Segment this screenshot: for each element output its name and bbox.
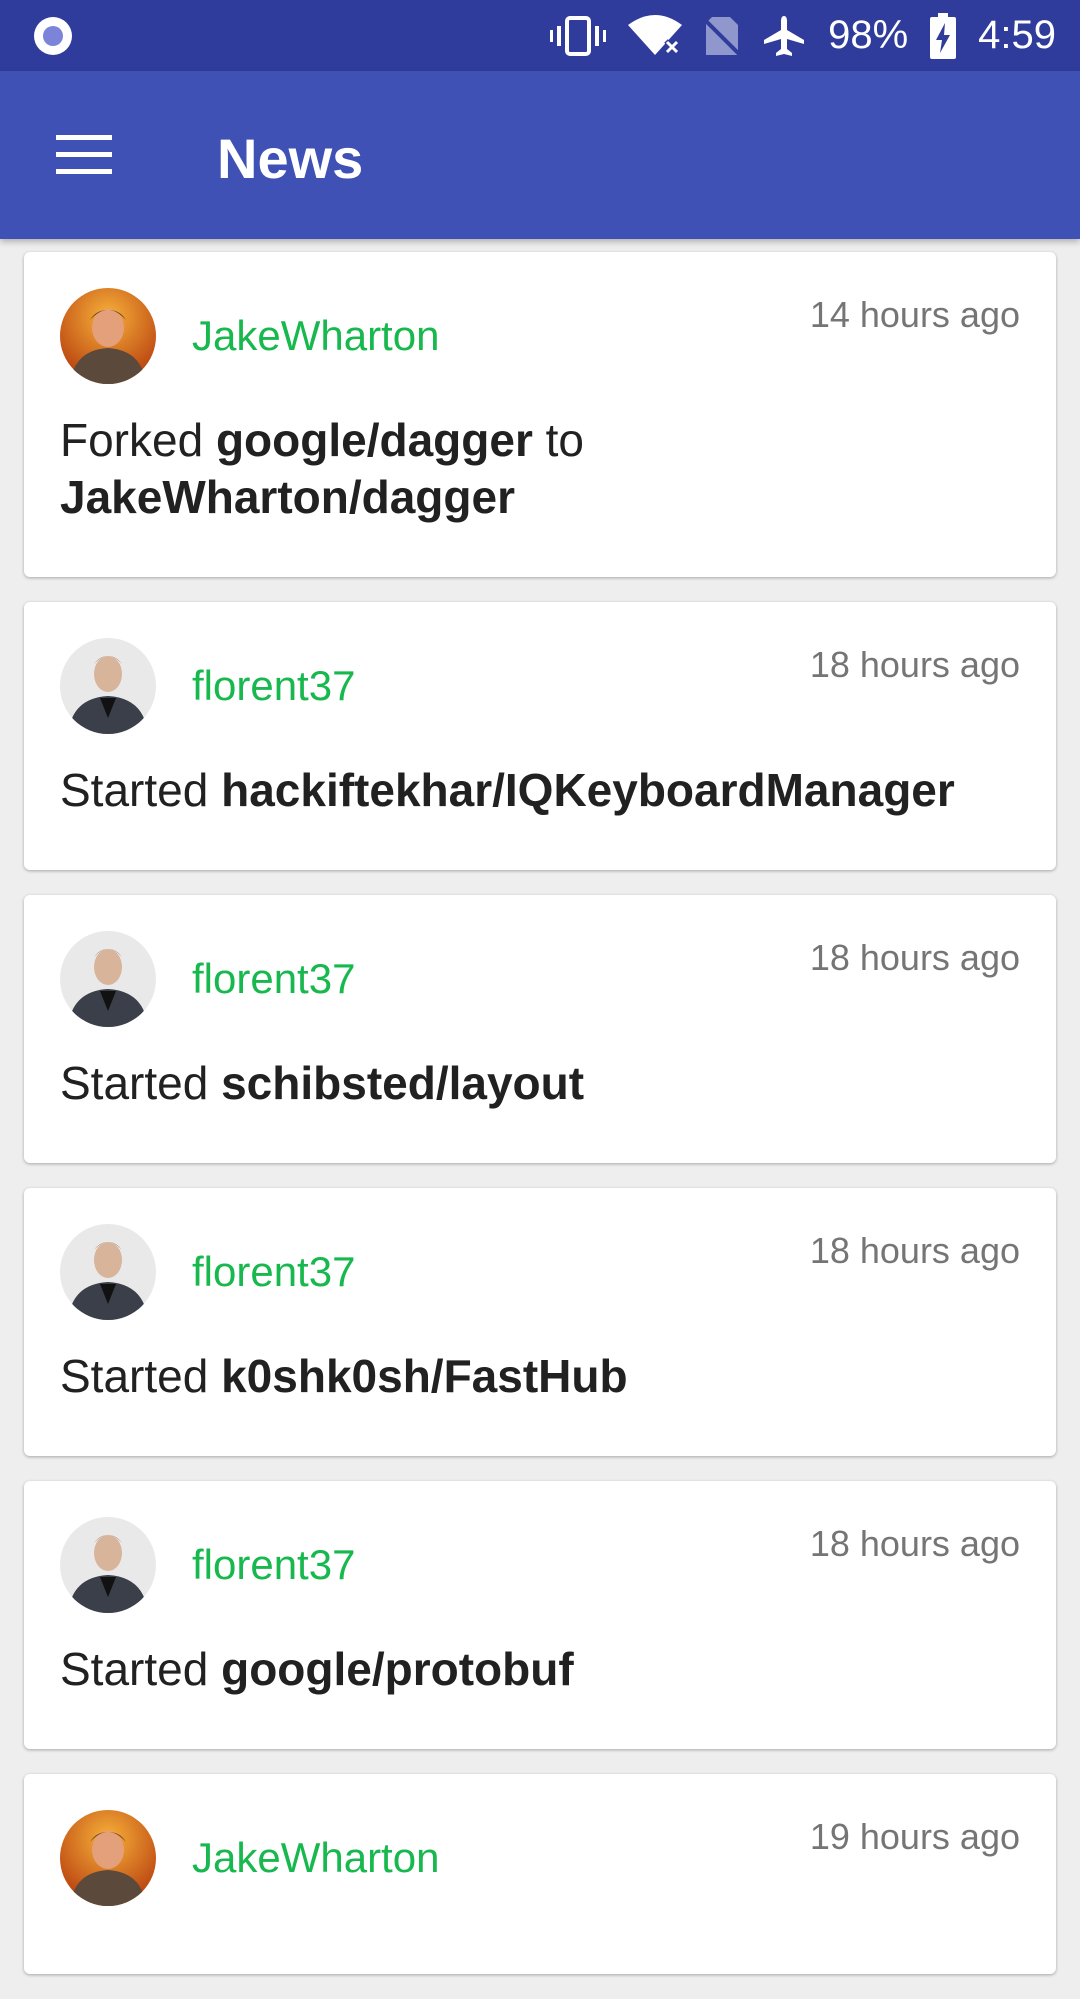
repo-link[interactable]: hackiftekhar/IQKeyboardManager: [221, 764, 955, 816]
notification-dot-icon: [34, 17, 72, 55]
repo-link[interactable]: google/dagger: [216, 414, 533, 466]
event-connector: to: [545, 414, 585, 466]
username[interactable]: florent37: [192, 1541, 355, 1589]
news-card[interactable]: florent37 18 hours ago Started hackiftek…: [24, 602, 1056, 870]
news-card[interactable]: florent37 18 hours ago Started k0shk0sh/…: [24, 1188, 1056, 1456]
timestamp: 19 hours ago: [809, 1816, 1020, 1857]
timestamp: 14 hours ago: [809, 294, 1020, 335]
timestamp: 18 hours ago: [809, 1523, 1020, 1564]
event-verb: Started: [60, 1057, 209, 1109]
avatar[interactable]: [60, 1224, 156, 1320]
timestamp: 18 hours ago: [809, 937, 1020, 978]
avatar[interactable]: [60, 638, 156, 734]
vibrate-icon: [550, 15, 607, 56]
wifi-off-icon: [628, 14, 683, 55]
no-sim-icon: [704, 16, 741, 56]
event-description: Forked google/dagger to JakeWharton/dagg…: [60, 412, 1000, 526]
username[interactable]: JakeWharton: [192, 1834, 439, 1882]
avatar[interactable]: [60, 931, 156, 1027]
page-title: News: [217, 127, 364, 190]
status-icons: 98% 4:59: [550, 0, 1056, 71]
event-description: Started k0shk0sh/FastHub: [60, 1348, 1000, 1405]
menu-icon[interactable]: [56, 135, 112, 175]
username[interactable]: JakeWharton: [192, 312, 439, 360]
timestamp: 18 hours ago: [809, 1230, 1020, 1271]
event-description: Started hackiftekhar/IQKeyboardManager: [60, 762, 1000, 819]
news-card[interactable]: florent37 18 hours ago Started google/pr…: [24, 1481, 1056, 1749]
event-description: Started google/protobuf: [60, 1641, 1000, 1698]
username[interactable]: florent37: [192, 1248, 355, 1296]
news-feed[interactable]: JakeWharton 14 hours ago Forked google/d…: [24, 252, 1056, 1999]
airplane-mode-icon: [764, 15, 805, 56]
target-repo-link[interactable]: JakeWharton/dagger: [60, 471, 515, 523]
avatar[interactable]: [60, 1810, 156, 1906]
repo-link[interactable]: schibsted/layout: [221, 1057, 584, 1109]
battery-percent: 98%: [828, 13, 909, 57]
status-bar: 98% 4:59: [0, 0, 1080, 71]
event-verb: Started: [60, 764, 209, 816]
event-verb: Started: [60, 1643, 209, 1695]
username[interactable]: florent37: [192, 662, 355, 710]
timestamp: 18 hours ago: [809, 644, 1020, 685]
avatar[interactable]: [60, 1517, 156, 1613]
repo-link[interactable]: k0shk0sh/FastHub: [221, 1350, 627, 1402]
event-description: Started schibsted/layout: [60, 1055, 1000, 1112]
clock: 4:59: [978, 13, 1056, 57]
username[interactable]: florent37: [192, 955, 355, 1003]
news-card[interactable]: florent37 18 hours ago Started schibsted…: [24, 895, 1056, 1163]
repo-link[interactable]: google/protobuf: [221, 1643, 574, 1695]
app-bar: News: [0, 71, 1080, 239]
event-verb: Forked: [60, 414, 204, 466]
avatar[interactable]: [60, 288, 156, 384]
battery-charging-icon: [930, 12, 957, 59]
event-verb: Started: [60, 1350, 209, 1402]
news-card[interactable]: JakeWharton 14 hours ago Forked google/d…: [24, 252, 1056, 577]
news-card[interactable]: JakeWharton 19 hours ago: [24, 1774, 1056, 1974]
